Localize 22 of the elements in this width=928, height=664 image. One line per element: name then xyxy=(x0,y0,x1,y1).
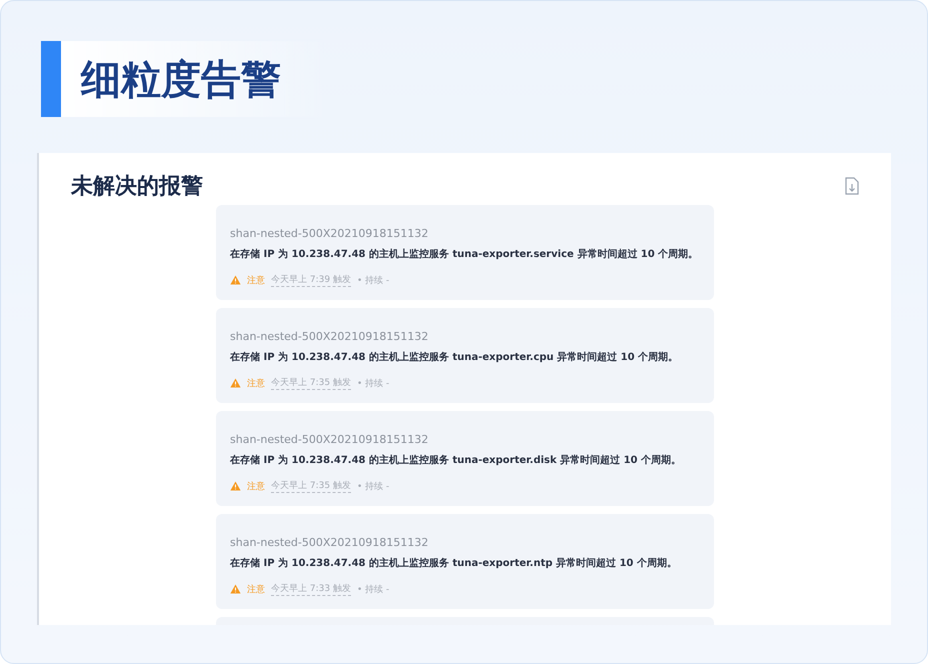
alert-message: 在存储 IP 为 10.238.47.48 的主机上监控服务 tuna-exporter.service 异常时间超过 10 个周期。 xyxy=(230,247,700,261)
severity-label: 注意 xyxy=(247,480,265,492)
severity-label: 注意 xyxy=(247,274,265,286)
alert-message: 在存储 IP 为 10.238.47.48 的主机上监控服务 tuna-exporter.disk 异常时间超过 10 个周期。 xyxy=(230,453,682,467)
severity-label: 注意 xyxy=(247,584,265,596)
trigger-time: 今天早上 7:35 触发 xyxy=(271,376,351,390)
alert-message: 在存储 IP 为 10.238.47.48 的主机上监控服务 tuna-exporter.cpu 异常时间超过 10 个周期。 xyxy=(230,350,680,364)
host-name: shan-nested-500X20210918151132 xyxy=(230,536,428,549)
trigger-time: 今天早上 7:39 触发 xyxy=(271,273,351,287)
duration-text: • 持续 - xyxy=(356,274,390,286)
duration-text: • 持续 - xyxy=(356,378,390,390)
host-name: shan-nested-500X20210918151132 xyxy=(230,330,428,343)
host-name: shan-nested-500X20210918151132 xyxy=(230,433,428,446)
trigger-time: 今天早上 7:33 触发 xyxy=(271,582,351,596)
panel-title: 未解决的报警 xyxy=(71,173,203,201)
trigger-time: 今天早上 7:35 触发 xyxy=(271,479,351,493)
download-icon[interactable] xyxy=(845,177,859,195)
duration-text: • 持续 - xyxy=(356,480,390,492)
duration-text: • 持续 - xyxy=(356,584,390,596)
host-name: shan-nested-500X20210918151132 xyxy=(230,227,428,240)
alert-message: 在存储 IP 为 10.238.47.48 的主机上监控服务 tuna-exporter.ntp 异常时间超过 10 个周期。 xyxy=(230,556,678,570)
severity-label: 注意 xyxy=(247,378,265,390)
